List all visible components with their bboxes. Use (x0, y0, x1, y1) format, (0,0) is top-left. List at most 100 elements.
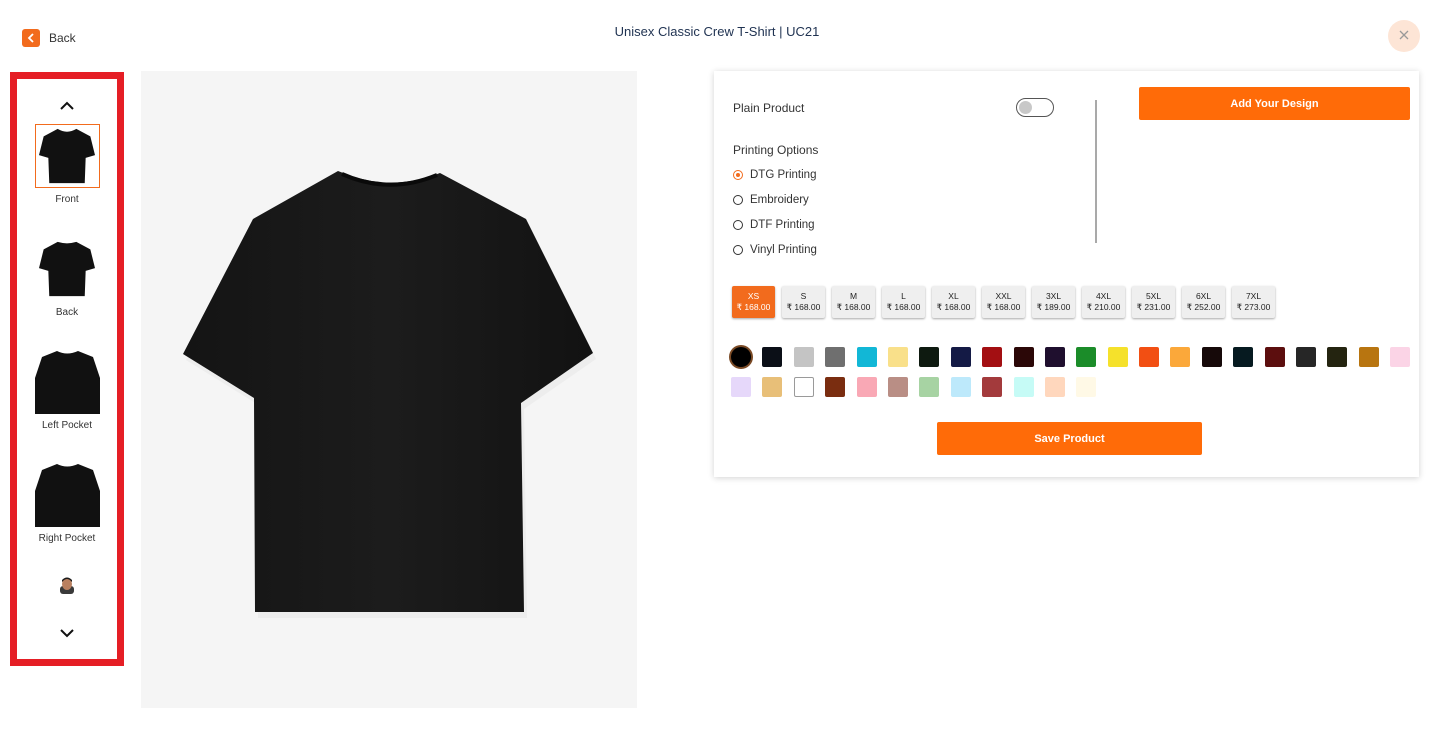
size-price: ₹ 168.00 (836, 302, 871, 312)
size-name: 4XL (1095, 291, 1112, 301)
thumbnail-label: Back (55, 307, 79, 318)
size-price: ₹ 210.00 (1086, 302, 1121, 312)
size-chip-xl[interactable]: XL ₹ 168.00 (932, 286, 975, 318)
size-price: ₹ 168.00 (986, 302, 1021, 312)
view-thumbnail-rail: Front Back Left Pocket Right Pocket (10, 72, 124, 666)
size-chip-4xl[interactable]: 4XL ₹ 210.00 (1082, 286, 1125, 318)
thumbnail-image (34, 350, 100, 414)
color-swatch[interactable] (1013, 377, 1034, 397)
size-name: XS (747, 291, 760, 301)
size-chip-l[interactable]: L ₹ 168.00 (882, 286, 925, 318)
color-swatch[interactable] (825, 377, 846, 397)
color-swatch[interactable] (1264, 347, 1285, 367)
thumbnail-scroll-up-button[interactable] (17, 97, 117, 115)
size-name: 3XL (1045, 291, 1062, 301)
thumbnail-left-pocket[interactable]: Left Pocket (17, 350, 117, 431)
color-swatch[interactable] (1107, 347, 1128, 367)
color-swatch[interactable] (919, 377, 940, 397)
size-price: ₹ 168.00 (936, 302, 971, 312)
color-swatch[interactable] (982, 347, 1003, 367)
size-price: ₹ 168.00 (786, 302, 821, 312)
divider (1095, 100, 1097, 243)
color-swatch[interactable] (950, 347, 971, 367)
size-chip-xs[interactable]: XS ₹ 168.00 (732, 286, 775, 318)
radio-button[interactable] (733, 170, 743, 180)
radio-button[interactable] (733, 245, 743, 255)
color-swatch[interactable] (793, 347, 814, 367)
size-chip-3xl[interactable]: 3XL ₹ 189.00 (1032, 286, 1075, 318)
color-swatch[interactable] (1390, 347, 1411, 367)
color-swatch-grid (731, 347, 1411, 397)
color-swatch[interactable] (1358, 347, 1379, 367)
size-name: S (800, 291, 807, 301)
size-price: ₹ 189.00 (1036, 302, 1071, 312)
color-swatch[interactable] (1327, 347, 1348, 367)
size-chip-s[interactable]: S ₹ 168.00 (782, 286, 825, 318)
color-swatch[interactable] (731, 377, 751, 397)
size-name: 6XL (1195, 291, 1212, 301)
page-title: Unisex Classic Crew T-Shirt | UC21 (614, 24, 820, 39)
size-name: XL (948, 291, 959, 301)
radio-label: Vinyl Printing (750, 244, 817, 256)
color-swatch[interactable] (887, 377, 908, 397)
thumbnail-scroll-down-button[interactable] (17, 625, 117, 643)
color-swatch[interactable] (919, 347, 940, 367)
color-swatch[interactable] (1201, 347, 1222, 367)
save-product-button[interactable]: Save Product (937, 422, 1202, 455)
size-name: 7XL (1245, 291, 1262, 301)
size-name: XXL (995, 291, 1012, 301)
radio-label: Embroidery (750, 194, 809, 206)
printing-option-dtf[interactable]: DTF Printing (733, 219, 815, 231)
color-swatch[interactable] (887, 347, 908, 367)
plain-product-toggle[interactable] (1016, 98, 1054, 117)
color-swatch[interactable] (856, 377, 877, 397)
size-selector: XS ₹ 168.00 S ₹ 168.00 M ₹ 168.00 L ₹ 16… (732, 286, 1275, 318)
color-swatch[interactable] (982, 377, 1003, 397)
tshirt-front-image (183, 171, 596, 618)
color-swatch[interactable] (731, 347, 751, 367)
color-swatch[interactable] (1139, 347, 1160, 367)
size-chip-6xl[interactable]: 6XL ₹ 252.00 (1182, 286, 1225, 318)
thumbnail-front[interactable]: Front (17, 124, 117, 205)
color-swatch[interactable] (1076, 347, 1097, 367)
radio-label: DTG Printing (750, 169, 817, 181)
thumbnail-label: Left Pocket (41, 420, 93, 431)
size-price: ₹ 273.00 (1236, 302, 1271, 312)
printing-option-vinyl[interactable]: Vinyl Printing (733, 244, 817, 256)
color-swatch[interactable] (1076, 377, 1097, 397)
color-swatch[interactable] (1044, 377, 1065, 397)
printing-options-title: Printing Options (733, 143, 819, 157)
radio-button[interactable] (733, 195, 743, 205)
thumbnail-model[interactable] (17, 576, 117, 599)
color-swatch[interactable] (950, 377, 971, 397)
plain-product-label: Plain Product (733, 101, 805, 115)
color-swatch[interactable] (1296, 347, 1317, 367)
thumbnail-back[interactable]: Back (17, 237, 117, 318)
color-swatch[interactable] (1170, 347, 1191, 367)
thumbnail-image (34, 463, 100, 527)
product-options-panel: Plain Product Add Your Design Printing O… (714, 71, 1419, 477)
size-chip-7xl[interactable]: 7XL ₹ 273.00 (1232, 286, 1275, 318)
color-swatch[interactable] (825, 347, 846, 367)
thumbnail-label: Front (55, 194, 79, 205)
radio-button[interactable] (733, 220, 743, 230)
color-swatch[interactable] (1233, 347, 1254, 367)
printing-option-embroidery[interactable]: Embroidery (733, 194, 809, 206)
size-chip-xxl[interactable]: XXL ₹ 168.00 (982, 286, 1025, 318)
add-your-design-button[interactable]: Add Your Design (1139, 87, 1410, 120)
color-swatch[interactable] (856, 347, 877, 367)
printing-option-dtg[interactable]: DTG Printing (733, 169, 816, 181)
size-name: M (849, 291, 858, 301)
color-swatch[interactable] (762, 347, 783, 367)
size-price: ₹ 231.00 (1136, 302, 1171, 312)
thumbnail-right-pocket[interactable]: Right Pocket (17, 463, 117, 544)
size-price: ₹ 252.00 (1186, 302, 1221, 312)
color-swatch[interactable] (762, 377, 783, 397)
size-price: ₹ 168.00 (736, 302, 771, 312)
size-chip-m[interactable]: M ₹ 168.00 (832, 286, 875, 318)
close-button[interactable] (1388, 20, 1420, 52)
color-swatch[interactable] (1013, 347, 1034, 367)
size-chip-5xl[interactable]: 5XL ₹ 231.00 (1132, 286, 1175, 318)
color-swatch[interactable] (793, 377, 814, 397)
color-swatch[interactable] (1044, 347, 1065, 367)
